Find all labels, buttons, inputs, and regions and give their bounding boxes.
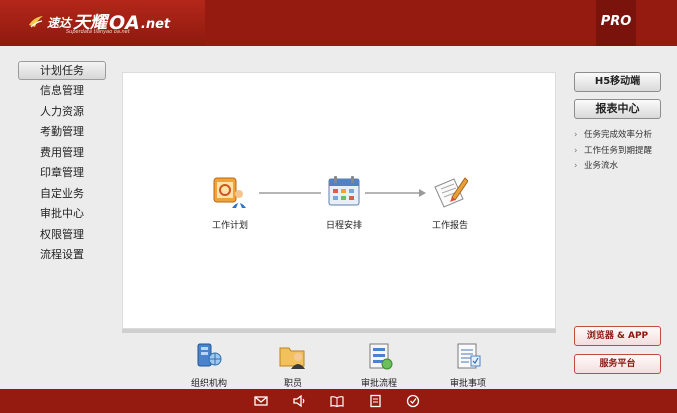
report-link-due-reminder[interactable]: › 工作任务到期提醒 [574,144,674,160]
workflow-node-work-plan[interactable]: 工作计划 [190,175,270,231]
shortcut-label: 组织机构 [190,379,227,389]
edition-badge: PRO [600,14,632,29]
report-link-business-flow[interactable]: › 业务流水 [574,159,674,175]
report-link-efficiency[interactable]: › 任务完成效率分析 [574,128,674,144]
workflow-node-label: 工作报告 [431,221,468,231]
approval-flow-icon [369,343,393,370]
check-icon[interactable] [406,394,420,408]
workflow-node-work-report[interactable]: 工作报告 [410,175,490,231]
logo-swoosh-icon [29,16,43,28]
nav-item-approval-center[interactable]: 审批中心 [18,204,106,225]
left-nav: 计划任务 信息管理 人力资源 考勤管理 费用管理 印章管理 自定业务 审批中心 … [18,61,106,266]
shortcut-approval-items[interactable]: 审批事项 [433,342,503,389]
chevron-right-icon: › [574,130,578,140]
service-platform-button[interactable]: 服务平台 [574,354,661,374]
speaker-icon[interactable] [292,394,306,408]
workflow-node-schedule[interactable]: 日程安排 [304,175,384,231]
shortcut-organization[interactable]: 组织机构 [174,342,244,389]
nav-item-human-resources[interactable]: 人力资源 [18,102,106,123]
nav-item-info-management[interactable]: 信息管理 [18,81,106,102]
workflow-node-label: 日程安排 [325,221,362,231]
work-plan-icon [213,177,246,208]
organization-icon [197,343,222,367]
nav-item-permissions[interactable]: 权限管理 [18,225,106,246]
nav-item-workflow-settings[interactable]: 流程设置 [18,245,106,266]
approval-items-icon [457,343,481,369]
logo-text-net: .net [140,17,171,32]
nav-item-seals[interactable]: 印章管理 [18,163,106,184]
document-icon[interactable] [368,394,382,408]
shortcut-label: 审批流程 [360,379,397,389]
nav-item-plan-tasks[interactable]: 计划任务 [18,61,106,80]
nav-item-expenses[interactable]: 费用管理 [18,143,106,164]
staff-folder-icon [279,347,305,369]
book-icon[interactable] [330,394,344,408]
shortcut-label: 审批事项 [449,379,486,389]
workflow-node-label: 工作计划 [211,221,248,231]
nav-item-attendance[interactable]: 考勤管理 [18,122,106,143]
report-center-button[interactable]: 报表中心 [574,99,661,119]
browser-app-button[interactable]: 浏览器 & APP [574,326,661,346]
logo-subtitle: Superdata tianyao oa.net [66,29,130,35]
chevron-right-icon: › [574,161,578,171]
calendar-icon [328,176,360,206]
shortcut-approval-flow[interactable]: 审批流程 [344,342,414,389]
shortcut-staff[interactable]: 职员 [258,342,328,389]
work-report-icon [434,177,469,208]
nav-item-custom-business[interactable]: 自定业务 [18,184,106,205]
report-links: › 任务完成效率分析 › 工作任务到期提醒 › 业务流水 [574,128,674,175]
chevron-right-icon: › [574,145,578,156]
mail-icon[interactable] [254,394,268,408]
logo-area[interactable]: 速达 天耀 OA .net Superdata tianyao oa.net [0,0,205,46]
h5-mobile-button[interactable]: H5移动端 [574,72,661,92]
shortcut-label: 职员 [283,379,302,389]
